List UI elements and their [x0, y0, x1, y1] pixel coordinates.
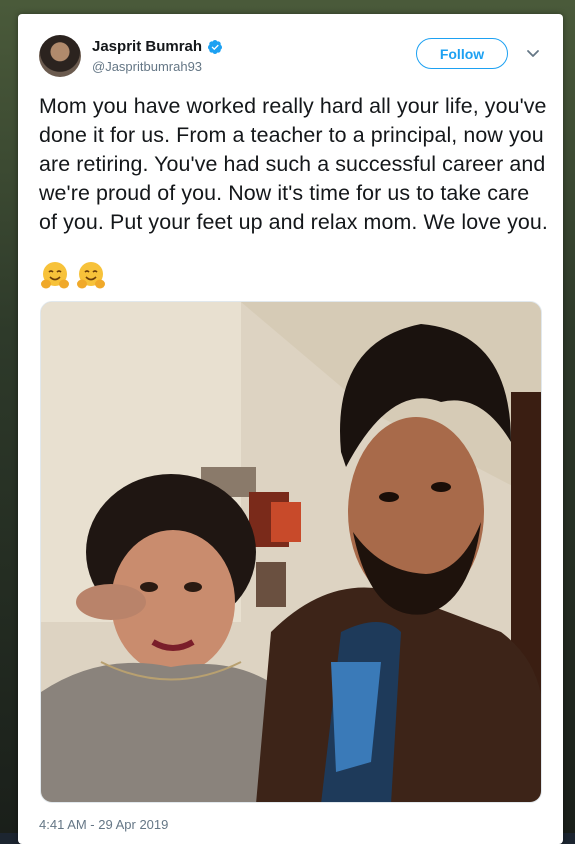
- verified-badge-icon: [208, 39, 223, 54]
- hugging-face-emoji-icon: [77, 262, 105, 289]
- timestamp[interactable]: 4:41 AM - 29 Apr 2019: [39, 817, 168, 832]
- chevron-down-icon[interactable]: [526, 46, 540, 60]
- selfie-image: [41, 302, 541, 802]
- avatar[interactable]: [39, 35, 81, 77]
- hugging-face-emoji-icon: [41, 262, 69, 289]
- author-row[interactable]: Jasprit Bumrah: [92, 38, 223, 55]
- tweet-photo[interactable]: [40, 301, 542, 803]
- author-name[interactable]: Jasprit Bumrah: [92, 38, 202, 55]
- emoji-row: [39, 260, 107, 292]
- tweet-text: Mom you have worked really hard all your…: [39, 94, 548, 234]
- author-handle[interactable]: @Jaspritbumrah93: [92, 59, 202, 74]
- follow-button[interactable]: Follow: [416, 38, 508, 69]
- tweet-card: Jasprit Bumrah @Jaspritbumrah93 Follow M…: [18, 14, 563, 844]
